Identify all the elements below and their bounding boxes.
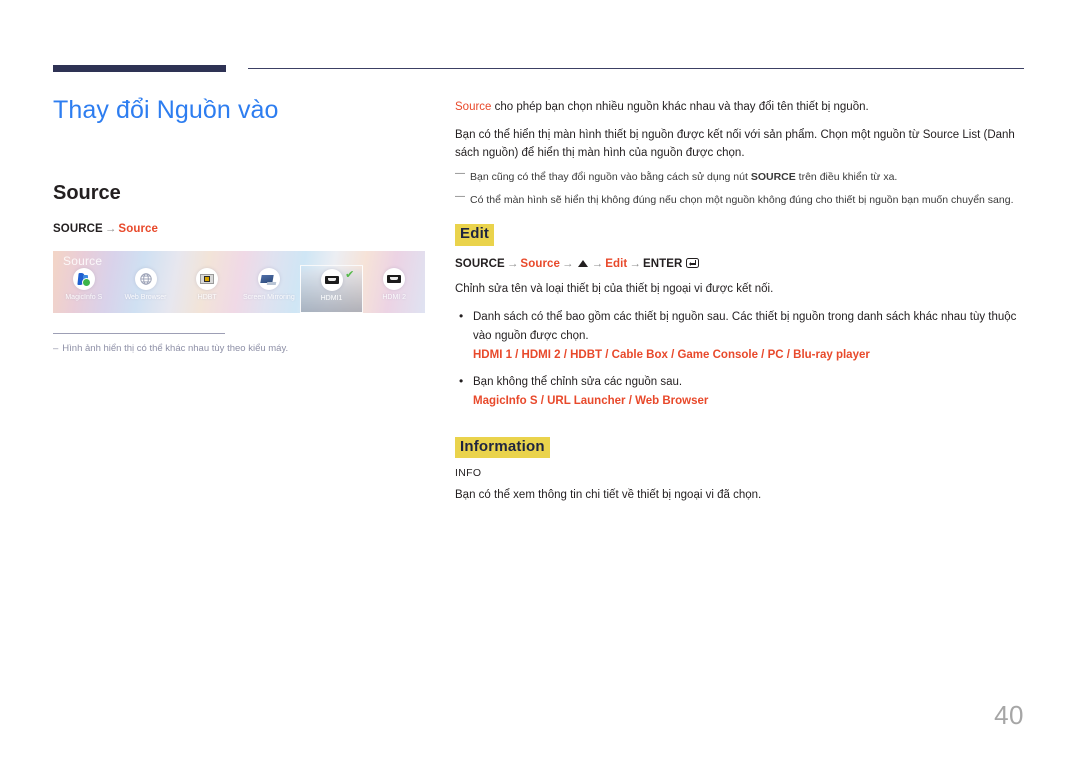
intro-paragraph: Source cho phép bạn chọn nhiều nguồn khá… [455,98,1025,117]
note-dash: – [53,343,59,355]
source-tile-label: MagicInfo S [65,294,103,302]
right-column: Source cho phép bạn chọn nhiều nguồn khá… [455,98,1025,513]
source-tile-hdmi2[interactable]: HDMI 2 [363,265,425,313]
nav-edit-step3: Edit [605,257,628,270]
edit-section: Edit SOURCE → Source → → Edit → ENTER Chỉnh sửa… [455,224,1025,410]
header-thin-line [248,68,1024,69]
triangle-up-icon [577,259,588,267]
source-tile-row: MagicInfo S Web Browser HDBT Screen Mirr… [53,265,425,314]
info-description: Bạn có thể xem thông tin chi tiết về thi… [455,488,762,501]
bullet-1-text: Danh sách có thể bao gồm các thiết bị ng… [473,311,1017,343]
dash-note-1-post: trên điều khiển từ xa. [795,170,898,183]
nav-path-root: SOURCE [53,223,103,236]
page-number: 40 [994,700,1024,730]
source-tile-label: HDMI 2 [382,294,407,302]
source-tile-screen-mirroring[interactable]: Screen Mirroring [238,265,300,313]
hdmi-icon [383,268,406,291]
nav-edit-root: SOURCE [455,257,505,270]
dash-note-1-pre: Bạn cũng có thể thay đổi nguồn vào bằng … [470,170,751,183]
source-tile-hdbt[interactable]: HDBT [176,265,238,313]
left-note: – Hình ảnh hiển thị có thể khác nhau tùy … [53,333,288,356]
info-label: INFO [455,466,482,479]
source-tile-label: HDMI1 [320,295,343,303]
list-item: Bạn không thể chỉnh sửa các nguồn sau. M… [455,372,1025,410]
nav-path-target: Source [118,223,159,236]
source-tile-web-browser[interactable]: Web Browser [115,265,177,313]
edit-bullet-list: Danh sách có thể bao gồm các thiết bị ng… [455,307,1025,410]
paragraph-2: Bạn có thể hiển thị màn hình thiết bị ng… [455,128,1015,160]
note-divider [53,333,225,335]
nav-arrow-icon: → [591,257,604,270]
edit-badge: Edit [455,224,495,246]
nav-arrow-icon: → [506,257,519,270]
hdbt-icon [196,268,219,291]
dash-note-1-bold: SOURCE [750,170,796,183]
list-item: Danh sách có thể bao gồm các thiết bị ng… [455,307,1025,364]
page-title: Thay đổi Nguồn vào [53,96,279,124]
dash-note-2: Có thể màn hình sẽ hiển thị không đúng n… [455,189,1025,209]
check-icon: ✔ [345,269,355,282]
bullet-1-source-list: HDMI 1 / HDMI 2 / HDBT / Cable Box / Gam… [473,348,870,361]
note-text: – Hình ảnh hiển thị có thể khác nhau tùy … [53,343,288,356]
magicinfo-icon [72,268,95,291]
nav-edit-enter: ENTER [642,257,683,270]
nav-arrow-icon: → [104,223,117,236]
source-tile-label: HDBT [197,294,217,302]
globe-icon [134,268,157,291]
source-tile-label: Web Browser [124,294,167,302]
nav-arrow-icon: → [629,257,641,270]
bullet-2-text: Bạn không thể chỉnh sửa các nguồn sau. [473,376,683,389]
dash-note-1: Bạn cũng có thể thay đổi nguồn vào bằng … [455,166,1025,186]
nav-arrow-icon: → [562,257,574,270]
nav-path-edit: SOURCE → Source → → Edit → ENTER [455,257,1025,270]
intro-accent-term: Source [455,101,492,113]
information-badge: Information [455,436,550,458]
enter-key-icon [686,257,700,268]
header-rule [53,65,1024,75]
information-section: Information INFO Bạn có thể xem thông ti… [455,436,1025,505]
left-column: Thay đổi Nguồn vào Source SOURCE → Source … [53,95,433,356]
nav-path-source: SOURCE → Source [53,223,433,235]
source-menu-screenshot: Source MagicInfo S Web Browser HDBT Scre… [53,251,425,314]
section-heading-source: Source [53,182,121,205]
dash-note-2-pre: Có thể màn hình sẽ hiển thị không đúng n… [470,193,1014,206]
source-tile-hdmi1[interactable]: ✔ HDMI1 [299,265,364,314]
edit-description: Chỉnh sửa tên và loại thiết bị của thiết… [455,282,774,295]
intro-rest: cho phép bạn chọn nhiều nguồn khác nhau … [491,101,869,113]
note-body: Hình ảnh hiển thị có thể khác nhau tùy t… [62,343,289,355]
screen-mirroring-icon [257,268,280,291]
hdmi-icon [320,269,343,292]
nav-edit-step1: Source [520,257,561,270]
source-tile-magicinfo[interactable]: MagicInfo S [53,265,115,313]
source-tile-label: Screen Mirroring [242,294,295,302]
bullet-2-source-list: MagicInfo S / URL Launcher / Web Browser [473,394,709,407]
header-thick-bar [53,65,226,72]
